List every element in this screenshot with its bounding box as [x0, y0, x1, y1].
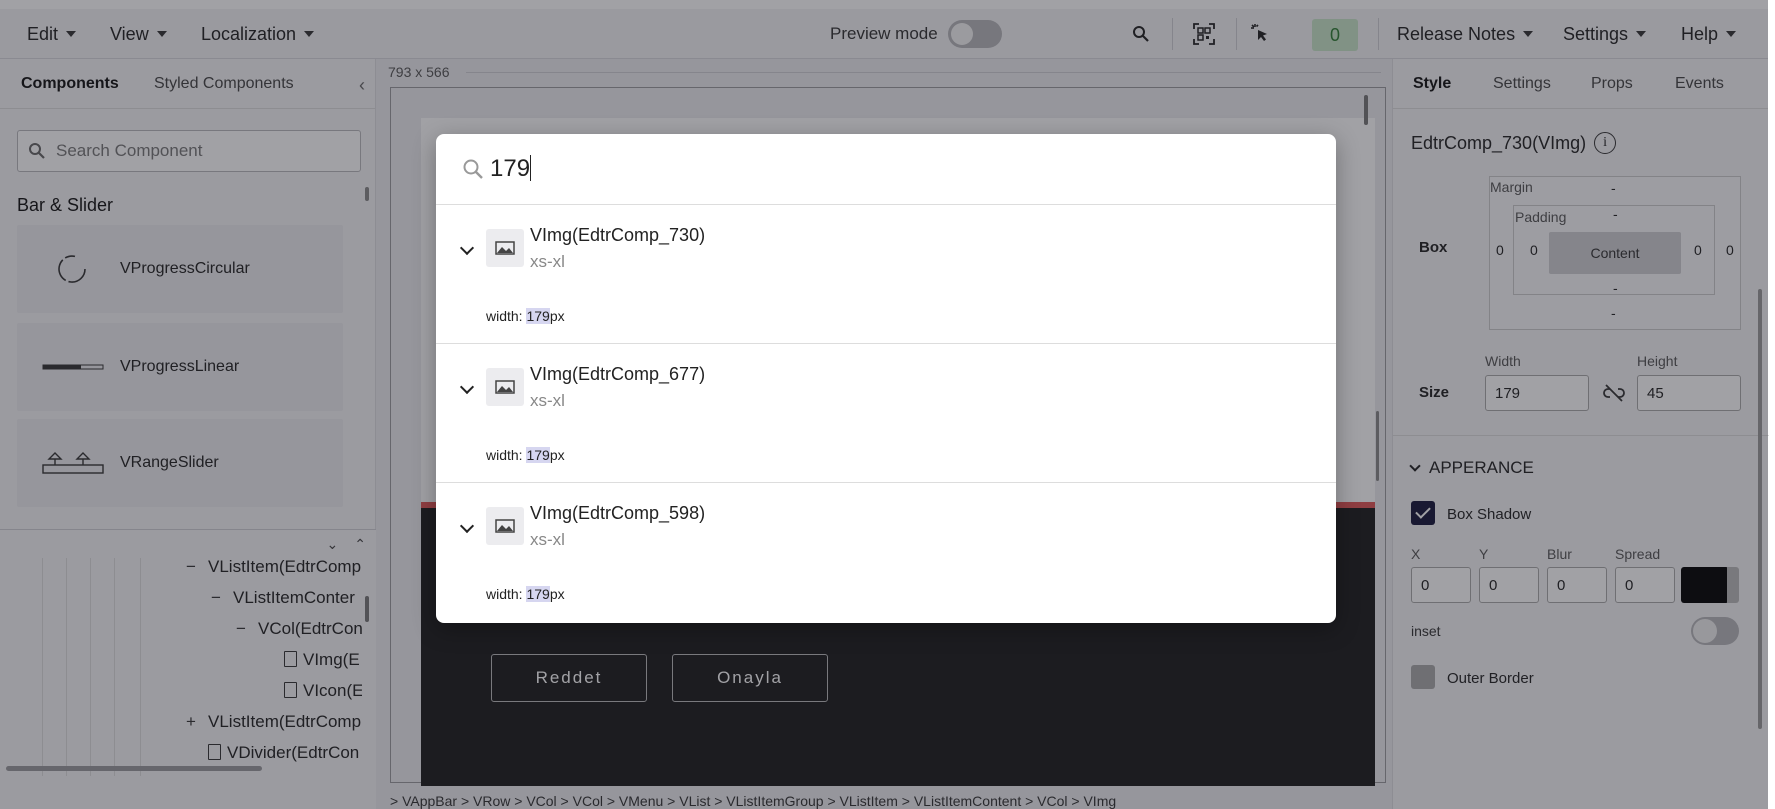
match-highlight: 179 [526, 586, 550, 602]
match-highlight: 179 [526, 447, 550, 463]
global-search-input[interactable]: 179 [436, 134, 1336, 205]
search-result-item[interactable]: VImg(EdtrComp_677) xs-xl width: 179px [436, 344, 1336, 483]
result-match: width: 179px [486, 586, 565, 602]
match-suffix: px [549, 308, 565, 324]
result-match: width: 179px [486, 308, 565, 324]
match-highlight: 179 [526, 308, 550, 324]
match-prefix: width: [486, 586, 527, 602]
chevron-down-icon[interactable] [459, 518, 475, 534]
chevron-down-icon[interactable] [459, 240, 475, 256]
component-search-dialog: 179 VImg(EdtrComp_730) xs-xl width: 179p… [436, 134, 1336, 623]
search-result-item[interactable]: VImg(EdtrComp_598) xs-xl width: 179px [436, 483, 1336, 622]
image-icon [486, 229, 524, 267]
result-breakpoint: xs-xl [530, 252, 565, 271]
match-prefix: width: [486, 308, 527, 324]
search-query: 179 [490, 155, 532, 183]
result-match: width: 179px [486, 447, 565, 463]
result-breakpoint: xs-xl [530, 391, 565, 410]
result-title: VImg(EdtrComp_598) [530, 503, 706, 523]
search-result-item[interactable]: VImg(EdtrComp_730) xs-xl width: 179px [436, 205, 1336, 344]
image-icon [486, 507, 524, 545]
search-query-text: 179 [490, 155, 531, 182]
match-suffix: px [549, 447, 565, 463]
search-icon [463, 159, 483, 179]
result-title: VImg(EdtrComp_730) [530, 225, 706, 245]
text-cursor [530, 155, 532, 181]
result-breakpoint: xs-xl [530, 530, 565, 549]
chevron-down-icon[interactable] [459, 379, 475, 395]
image-icon [486, 368, 524, 406]
match-suffix: px [549, 586, 565, 602]
match-prefix: width: [486, 447, 527, 463]
result-title: VImg(EdtrComp_677) [530, 364, 706, 384]
